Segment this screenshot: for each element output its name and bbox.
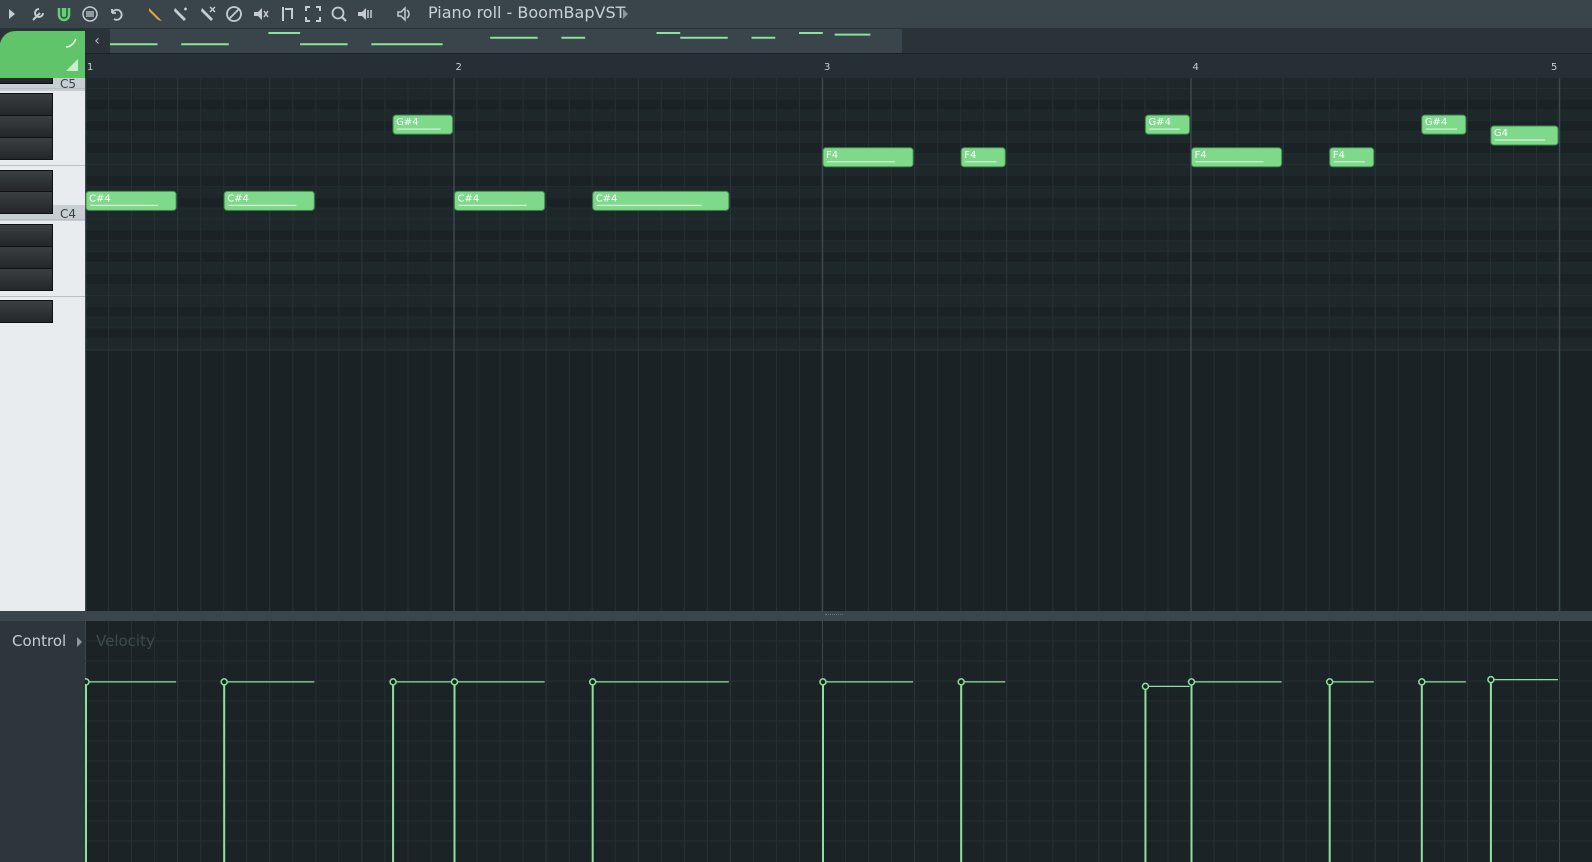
note-label: G#4 — [396, 117, 419, 128]
note-label: C#4 — [596, 193, 618, 204]
delete-icon[interactable] — [198, 4, 218, 24]
menu-arrow-icon[interactable] — [2, 4, 22, 24]
control-label[interactable]: Control — [12, 632, 66, 650]
note[interactable]: C#4 — [85, 190, 177, 211]
toolbar — [0, 0, 1592, 29]
black-key[interactable] — [0, 267, 53, 291]
octave-label: C4 — [60, 207, 77, 222]
piano-keyboard[interactable]: C5 C4 — [0, 78, 85, 611]
black-key[interactable] — [0, 93, 53, 117]
note[interactable]: C#4 — [223, 190, 315, 211]
scroll-left-button[interactable]: ‹ — [86, 31, 108, 51]
note-label: C#4 — [89, 193, 111, 204]
bar-number: 4 — [1192, 62, 1199, 73]
note-label: F4 — [1195, 150, 1207, 161]
note-label: F4 — [964, 150, 976, 161]
note-label: F4 — [1333, 150, 1345, 161]
note-label: C#4 — [458, 193, 480, 204]
note[interactable]: F4 — [1329, 147, 1375, 168]
white-key-divider — [0, 164, 85, 166]
options-icon[interactable] — [80, 4, 100, 24]
splitter-grip[interactable] — [825, 614, 843, 618]
velocity-label: Velocity — [96, 632, 155, 650]
black-key[interactable] — [0, 191, 53, 215]
paint-icon[interactable] — [171, 4, 191, 24]
black-key[interactable] — [0, 300, 53, 324]
time-ruler[interactable]: 1 2 3 4 5 — [85, 53, 1592, 80]
title-menu-arrow-icon[interactable] — [623, 9, 628, 19]
pencil-icon[interactable] — [145, 4, 165, 24]
magnet-icon[interactable] — [54, 4, 74, 24]
black-key[interactable] — [0, 169, 53, 193]
note[interactable]: F4 — [960, 147, 1006, 168]
window-title[interactable]: Piano roll - BoomBapVST — [428, 3, 625, 23]
note[interactable]: F4 — [1191, 147, 1283, 168]
scroll-thumb[interactable] — [110, 29, 902, 53]
select-icon[interactable] — [303, 4, 323, 24]
bar-number: 3 — [824, 62, 831, 73]
note-grid[interactable]: C#4 C#4 G#4 C#4 C#4 F4 F4 G#4 F4 F4 G#4 G4 — [85, 78, 1592, 611]
draw-tool-corner[interactable] — [0, 29, 85, 78]
slice-icon[interactable] — [277, 4, 297, 24]
note-label: C#4 — [227, 193, 249, 204]
black-key[interactable] — [0, 78, 53, 84]
note-label: F4 — [826, 150, 838, 161]
control-panel: Control — [0, 621, 85, 862]
zoom-icon[interactable] — [329, 4, 349, 24]
mute-icon[interactable] — [251, 4, 271, 24]
wrench-icon[interactable] — [28, 4, 48, 24]
undo-icon[interactable] — [106, 4, 126, 24]
black-key[interactable] — [0, 245, 53, 269]
bar-number: 2 — [455, 62, 462, 73]
velocity-event-area[interactable] — [85, 621, 1592, 862]
note-label: G#4 — [1148, 117, 1171, 128]
bar-number: 1 — [87, 62, 94, 73]
black-key[interactable] — [0, 136, 53, 160]
control-menu-arrow-icon[interactable] — [77, 637, 82, 647]
black-key[interactable] — [0, 224, 53, 248]
black-key[interactable] — [0, 115, 53, 139]
white-key-divider — [0, 295, 85, 297]
speaker-icon[interactable] — [394, 4, 414, 24]
note[interactable]: F4 — [822, 147, 914, 168]
overview-notes — [110, 32, 871, 46]
playback-icon[interactable] — [355, 4, 375, 24]
note[interactable]: G#4 — [1144, 114, 1190, 135]
note[interactable]: C#4 — [454, 190, 546, 211]
note[interactable]: G#4 — [392, 114, 453, 135]
note-label: G4 — [1494, 128, 1508, 139]
panel-splitter[interactable] — [0, 611, 1592, 621]
note[interactable]: G#4 — [1421, 114, 1467, 135]
note[interactable]: C#4 — [592, 190, 730, 211]
octave-label: C5 — [60, 78, 77, 91]
note[interactable]: G4 — [1490, 125, 1559, 146]
disable-icon[interactable] — [224, 4, 244, 24]
note-label: G#4 — [1425, 117, 1448, 128]
bar-number: 5 — [1551, 62, 1558, 73]
